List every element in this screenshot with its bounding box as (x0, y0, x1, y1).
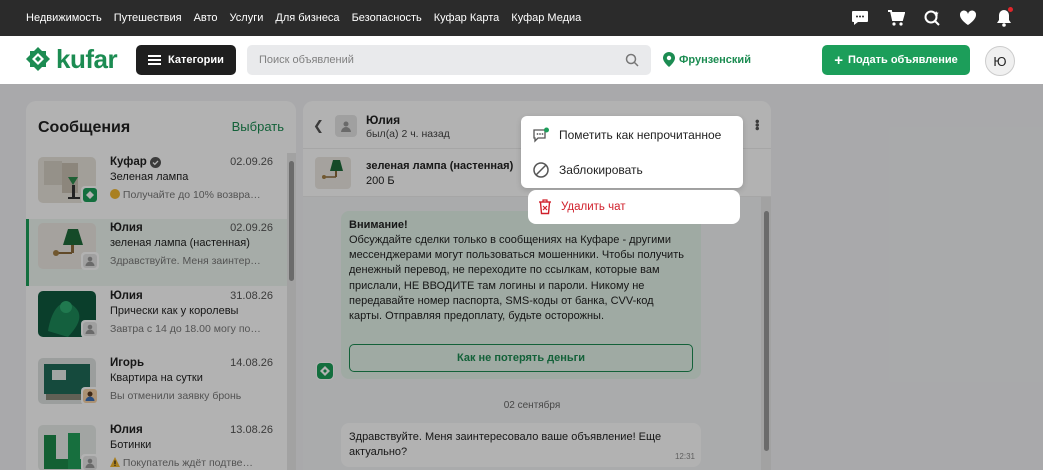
saved-search-icon[interactable] (921, 7, 943, 29)
nav-link-realty[interactable]: Недвижимость (26, 12, 102, 24)
nav-link-kufar-media[interactable]: Куфар Медиа (511, 12, 581, 24)
search-input[interactable]: Поиск объявлений (247, 45, 651, 75)
nav-link-services[interactable]: Услуги (230, 12, 264, 24)
post-ad-label: Подать объявление (848, 54, 958, 66)
cart-icon[interactable] (885, 7, 907, 29)
delete-chat-menu-item[interactable]: Удалить чат (528, 190, 740, 224)
heart-icon[interactable] (957, 7, 979, 29)
block-label: Заблокировать (559, 163, 643, 177)
logo-text: kufar (56, 44, 118, 74)
plus-icon: + (834, 51, 844, 69)
location-pin-icon (663, 52, 675, 67)
search-placeholder: Поиск объявлений (259, 54, 354, 66)
menu-icon (148, 55, 161, 65)
block-menu-item[interactable]: Заблокировать (521, 153, 743, 187)
categories-label: Категории (168, 54, 224, 66)
chat-options-menu: Пометить как непрочитанное Заблокировать… (521, 116, 743, 224)
bell-icon[interactable] (993, 7, 1015, 29)
delete-chat-label: Удалить чат (561, 201, 626, 213)
nav-link-travel[interactable]: Путешествия (114, 12, 182, 24)
nav-link-auto[interactable]: Авто (194, 12, 218, 24)
chat-icon[interactable] (849, 7, 871, 29)
mark-unread-menu-item[interactable]: Пометить как непрочитанное (521, 118, 743, 152)
kufar-logo-icon (26, 47, 50, 71)
block-icon (533, 162, 549, 178)
top-nav-bar: Недвижимость Путешествия Авто Услуги Для… (0, 0, 1043, 36)
nav-link-safety[interactable]: Безопасность (352, 12, 422, 24)
location-label: Фрунзенский (679, 53, 751, 66)
search-icon[interactable] (625, 53, 639, 67)
notification-dot (1008, 7, 1013, 12)
site-header: kufar Категории Поиск объявлений Фрунзен… (0, 36, 1043, 84)
location-selector[interactable]: Фрунзенский (663, 52, 751, 67)
trash-icon (539, 199, 551, 215)
unread-chat-icon (533, 127, 549, 143)
nav-link-kufar-card[interactable]: Куфар Карта (434, 12, 500, 24)
user-avatar[interactable]: Ю (985, 46, 1015, 76)
nav-link-business[interactable]: Для бизнеса (275, 12, 339, 24)
mark-unread-label: Пометить как непрочитанное (559, 128, 722, 142)
kufar-logo[interactable]: kufar (25, 44, 118, 74)
categories-button[interactable]: Категории (136, 45, 236, 75)
post-ad-button[interactable]: + Подать объявление (822, 45, 970, 75)
